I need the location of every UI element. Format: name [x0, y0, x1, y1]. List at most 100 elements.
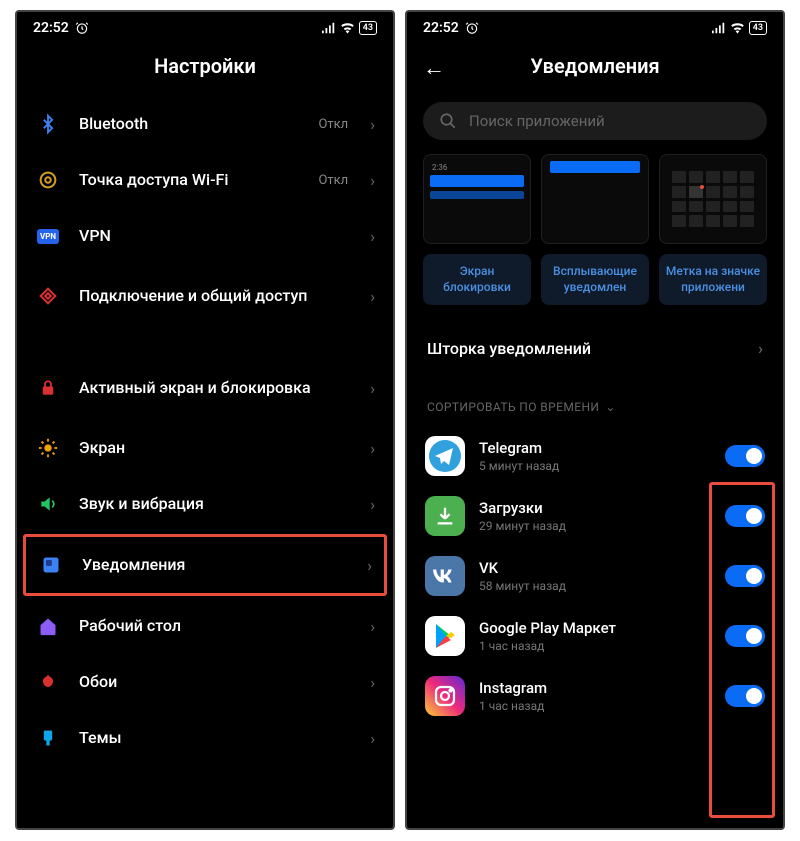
settings-status: Откл — [318, 117, 348, 132]
share-icon — [35, 283, 61, 309]
preview-popup[interactable] — [541, 154, 649, 244]
wallpaper-icon — [35, 669, 61, 695]
alarm-icon — [75, 21, 89, 35]
settings-item-display[interactable]: Экран › — [17, 420, 393, 476]
settings-screen: 22:52 43 Настройки Bluetooth Откл › — [15, 10, 395, 830]
settings-item-hotspot[interactable]: Точка доступа Wi-Fi Откл › — [17, 152, 393, 208]
status-time: 22:52 — [33, 20, 69, 36]
wifi-icon — [340, 22, 355, 34]
toggle-switch[interactable] — [725, 505, 765, 527]
page-title: ← Уведомления — [407, 40, 783, 96]
app-name: Instagram — [479, 679, 711, 697]
notifications-screen: 22:52 43 ← Уведомления Поиск приложений … — [405, 10, 785, 830]
bluetooth-icon — [35, 111, 61, 137]
home-icon — [35, 613, 61, 639]
app-subtitle: 1 час назад — [479, 639, 711, 653]
app-name: Google Play Маркет — [479, 619, 711, 637]
theme-icon — [35, 725, 61, 751]
app-name: Загрузки — [479, 499, 711, 517]
preview-badge[interactable] — [659, 154, 767, 244]
settings-label: Обои — [79, 672, 352, 692]
signal-icon — [322, 22, 336, 34]
instagram-icon — [425, 676, 465, 716]
app-row-downloads[interactable]: Загрузки 29 минут назад — [407, 486, 783, 546]
app-subtitle: 5 минут назад — [479, 459, 711, 473]
settings-item-lockscreen[interactable]: Активный экран и блокировка › — [17, 356, 393, 420]
lock-icon — [35, 375, 61, 401]
wifi-icon — [730, 22, 745, 34]
play-icon — [425, 616, 465, 656]
toggle-switch[interactable] — [725, 625, 765, 647]
chevron-right-icon: › — [367, 556, 372, 575]
label-badge[interactable]: Метка на значке приложени — [659, 254, 767, 305]
app-row-telegram[interactable]: Telegram 5 минут назад — [407, 426, 783, 486]
app-row-vk[interactable]: VK 58 минут назад — [407, 546, 783, 606]
chevron-right-icon: › — [370, 171, 375, 190]
app-subtitle: 58 минут назад — [479, 579, 711, 593]
notification-type-labels: Экран блокировки Всплывающие уведомлен М… — [407, 254, 783, 323]
search-input[interactable]: Поиск приложений — [423, 102, 767, 140]
chevron-right-icon: › — [370, 287, 375, 306]
settings-list: Bluetooth Откл › Точка доступа Wi-Fi Отк… — [17, 96, 393, 766]
chevron-right-icon: › — [370, 379, 375, 398]
search-icon — [439, 112, 457, 130]
chevron-right-icon: › — [758, 339, 763, 358]
settings-item-vpn[interactable]: VPN VPN › — [17, 208, 393, 264]
settings-label: Bluetooth — [79, 114, 300, 134]
settings-label: Подключение и общий доступ — [79, 286, 352, 306]
settings-label: Звук и вибрация — [79, 494, 352, 514]
settings-label: Активный экран и блокировка — [79, 378, 352, 398]
chevron-right-icon: › — [370, 439, 375, 458]
status-time: 22:52 — [423, 20, 459, 36]
highlight-box: Уведомления › — [23, 534, 387, 596]
settings-label: Темы — [79, 728, 352, 748]
battery-icon: 43 — [359, 21, 377, 35]
chevron-right-icon: › — [370, 617, 375, 636]
chevron-right-icon: › — [370, 495, 375, 514]
label-popup[interactable]: Всплывающие уведомлен — [541, 254, 649, 305]
page-title: Настройки — [17, 40, 393, 96]
app-row-play[interactable]: Google Play Маркет 1 час назад — [407, 606, 783, 666]
toggle-switch[interactable] — [725, 445, 765, 467]
label-lockscreen[interactable]: Экран блокировки — [423, 254, 531, 305]
chevron-right-icon: › — [370, 673, 375, 692]
settings-item-desktop[interactable]: Рабочий стол › — [17, 598, 393, 654]
settings-item-wallpaper[interactable]: Обои › — [17, 654, 393, 710]
notification-icon — [38, 552, 64, 578]
sound-icon — [35, 491, 61, 517]
shade-label: Шторка уведомлений — [427, 339, 591, 358]
settings-item-bluetooth[interactable]: Bluetooth Откл › — [17, 96, 393, 152]
brightness-icon — [35, 435, 61, 461]
settings-label: Уведомления — [82, 555, 349, 575]
toggle-switch[interactable] — [725, 685, 765, 707]
statusbar: 22:52 43 — [407, 12, 783, 40]
download-icon — [425, 496, 465, 536]
chevron-down-icon: ⌄ — [605, 400, 615, 414]
notification-shade-row[interactable]: Шторка уведомлений › — [407, 323, 783, 374]
vpn-icon: VPN — [35, 223, 61, 249]
app-subtitle: 29 минут назад — [479, 519, 711, 533]
app-row-instagram[interactable]: Instagram 1 час назад — [407, 666, 783, 726]
settings-label: VPN — [79, 226, 352, 246]
settings-item-connection[interactable]: Подключение и общий доступ › — [17, 264, 393, 328]
back-button[interactable]: ← — [423, 55, 445, 81]
preview-lockscreen[interactable]: 2:36 — [423, 154, 531, 244]
chevron-right-icon: › — [370, 729, 375, 748]
chevron-right-icon: › — [370, 115, 375, 134]
sort-by-time[interactable]: СОРТИРОВАТЬ ПО ВРЕМЕНИ ⌄ — [407, 400, 783, 426]
app-name: VK — [479, 559, 711, 577]
settings-label: Точка доступа Wi-Fi — [79, 170, 300, 190]
app-name: Telegram — [479, 439, 711, 457]
settings-status: Откл — [318, 173, 348, 188]
app-subtitle: 1 час назад — [479, 699, 711, 713]
settings-item-notifications[interactable]: Уведомления › — [26, 537, 384, 593]
statusbar: 22:52 43 — [17, 12, 393, 40]
toggle-switch[interactable] — [725, 565, 765, 587]
settings-item-sound[interactable]: Звук и вибрация › — [17, 476, 393, 532]
settings-item-themes[interactable]: Темы › — [17, 710, 393, 766]
vk-icon — [425, 556, 465, 596]
settings-label: Рабочий стол — [79, 616, 352, 636]
alarm-icon — [465, 21, 479, 35]
telegram-icon — [425, 436, 465, 476]
search-placeholder: Поиск приложений — [469, 112, 605, 130]
